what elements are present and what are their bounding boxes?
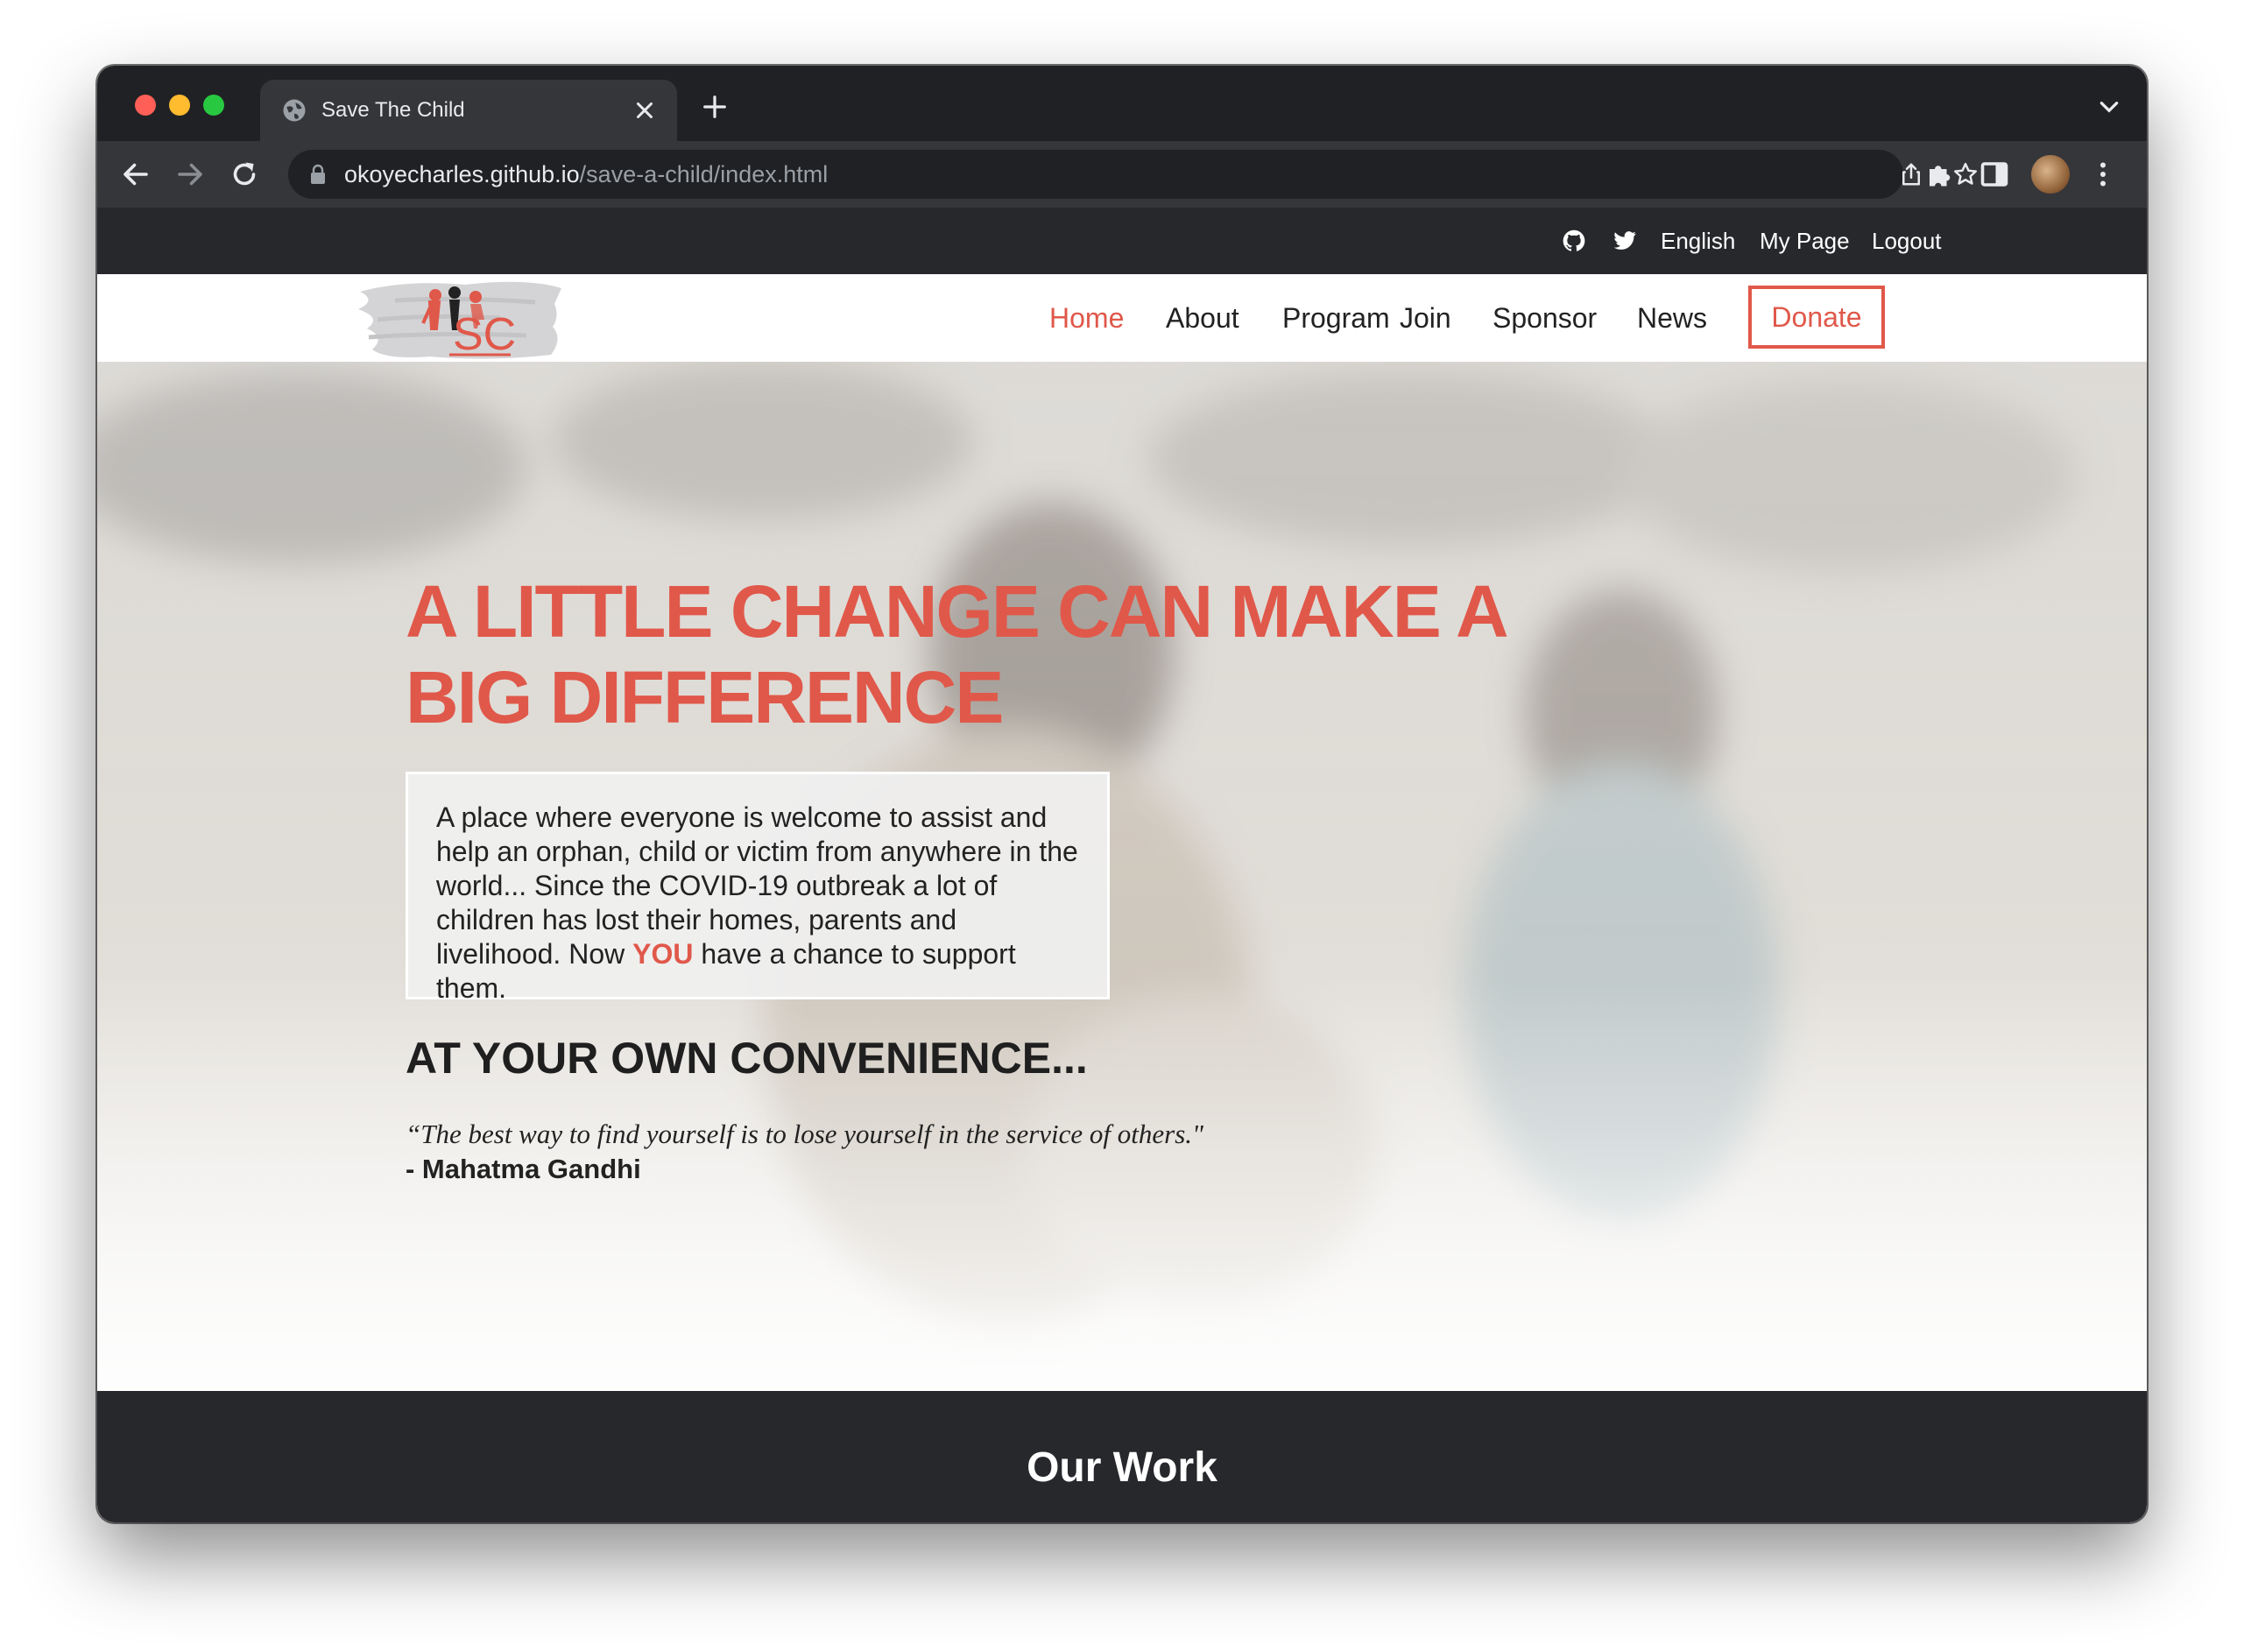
- twitter-icon[interactable]: [1612, 229, 1637, 253]
- reload-icon[interactable]: [229, 159, 260, 190]
- hero-section: A LITTLE CHANGE CAN MAKE A BIG DIFFERENC…: [97, 362, 2147, 1391]
- nav-about[interactable]: About: [1166, 300, 1239, 335]
- donate-button[interactable]: Donate: [1748, 286, 1885, 349]
- nav-home[interactable]: Home: [1049, 300, 1124, 335]
- nav-sponsor[interactable]: Sponsor: [1492, 300, 1597, 335]
- site-logo[interactable]: SC: [351, 274, 568, 362]
- hero-title-line-1: A LITTLE CHANGE CAN MAKE A: [406, 570, 1509, 653]
- tab-strip: Save The Child: [97, 66, 2147, 141]
- hero-text-highlight: YOU: [632, 938, 694, 970]
- globe-icon: [283, 99, 306, 122]
- browser-window: Save The Child okoyecharles.github.io/sa…: [97, 66, 2147, 1522]
- url-host: okoyecharles.github.io: [344, 161, 580, 187]
- hero-description-box: A place where everyone is welcome to ass…: [406, 772, 1110, 1004]
- quote-author: - Mahatma Gandhi: [406, 1154, 641, 1184]
- new-tab-icon[interactable]: [702, 94, 728, 120]
- logo-text: SC: [453, 309, 516, 360]
- nav-program[interactable]: Program: [1282, 300, 1390, 335]
- url-text: okoyecharles.github.io/save-a-child/inde…: [344, 159, 828, 189]
- lock-icon: [311, 164, 325, 184]
- hero-background-image: [97, 362, 2147, 1391]
- extensions-puzzle-icon[interactable]: [1924, 159, 1956, 190]
- maximize-window-button[interactable]: [203, 95, 224, 116]
- minimize-window-button[interactable]: [169, 95, 190, 116]
- side-panel-icon[interactable]: [1979, 159, 2010, 190]
- close-tab-icon[interactable]: [632, 97, 658, 124]
- address-bar[interactable]: okoyecharles.github.io/save-a-child/inde…: [288, 150, 1977, 199]
- more-menu-icon[interactable]: [2087, 159, 2119, 190]
- github-icon[interactable]: [1562, 229, 1586, 253]
- page-viewport: English My Page Logout SC Home About Pro…: [97, 208, 2147, 1522]
- top-utility-bar: English My Page Logout: [97, 208, 2147, 274]
- bookmark-star-icon[interactable]: [1952, 161, 1979, 187]
- back-arrow-icon[interactable]: [120, 159, 152, 190]
- logout-link[interactable]: Logout: [1872, 223, 1942, 258]
- our-work-title: Our Work: [1027, 1444, 1217, 1491]
- active-tab[interactable]: Save The Child: [260, 80, 677, 141]
- forward-arrow-icon[interactable]: [174, 159, 206, 190]
- profile-avatar[interactable]: [2031, 155, 2070, 194]
- nav-news[interactable]: News: [1637, 300, 1707, 335]
- hero-subheading: AT YOUR OWN CONVENIENCE...: [406, 1034, 1088, 1083]
- close-window-button[interactable]: [135, 95, 156, 116]
- our-work-section: Our Work: [97, 1391, 2147, 1522]
- my-page-link[interactable]: My Page: [1760, 223, 1850, 258]
- language-link[interactable]: English: [1661, 223, 1735, 258]
- browser-toolbar: okoyecharles.github.io/save-a-child/inde…: [97, 141, 2147, 208]
- chevron-down-icon[interactable]: [2098, 99, 2121, 115]
- share-icon[interactable]: [1898, 161, 1924, 187]
- url-path: /save-a-child/index.html: [579, 161, 829, 187]
- hero-title-line-2: BIG DIFFERENCE: [406, 656, 1004, 738]
- hero-title: A LITTLE CHANGE CAN MAKE A BIG DIFFERENC…: [406, 568, 1544, 740]
- main-navbar: SC Home About Program Join Sponsor News …: [97, 274, 2147, 362]
- quote-text: “The best way to find yourself is to los…: [406, 1119, 1204, 1149]
- nav-join[interactable]: Join: [1400, 300, 1451, 335]
- tab-title: Save The Child: [321, 98, 465, 122]
